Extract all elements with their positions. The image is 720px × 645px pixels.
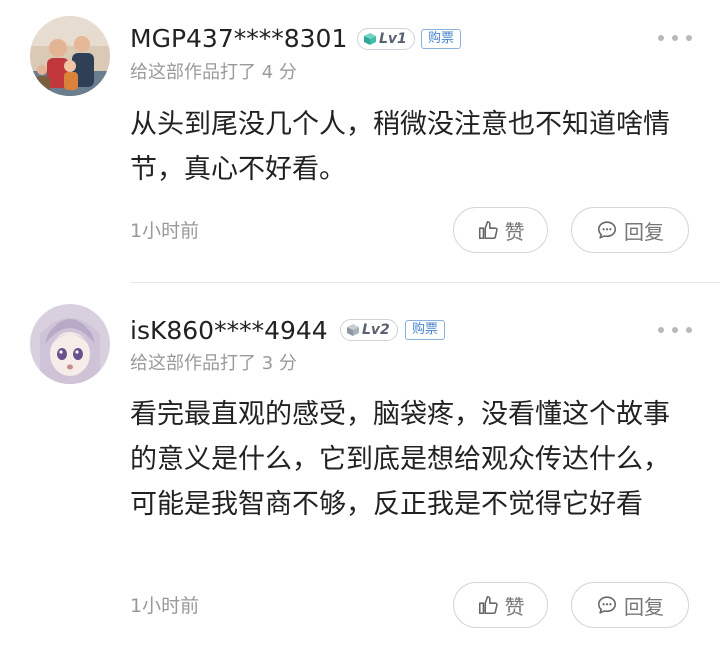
comment-text: 看完最直观的感受，脑袋疼，没看懂这个故事的意义是什么，它到底是想给观众传达什么，… bbox=[130, 399, 670, 520]
reply-label: 回复 bbox=[624, 594, 664, 619]
thumbs-up-icon bbox=[478, 220, 498, 240]
thumbs-up-icon bbox=[478, 595, 498, 615]
username[interactable]: MGP437****8301 bbox=[130, 22, 347, 56]
like-label: 赞 bbox=[504, 219, 525, 244]
rating-text: 给这部作品打了 4 分 bbox=[130, 62, 297, 83]
chat-bubble-icon bbox=[597, 221, 617, 239]
timestamp: 1小时前 bbox=[130, 220, 200, 242]
more-options-icon[interactable] bbox=[658, 33, 692, 43]
avatar[interactable] bbox=[30, 16, 110, 96]
like-button[interactable]: 赞 bbox=[453, 207, 548, 253]
level-label: Lv2 bbox=[362, 322, 390, 338]
like-label: 赞 bbox=[504, 594, 525, 619]
chat-bubble-icon bbox=[597, 596, 617, 614]
username[interactable]: isK860****4944 bbox=[130, 314, 328, 348]
level-badge: Lv1 bbox=[357, 28, 415, 50]
purchase-badge: 购票 bbox=[405, 320, 446, 340]
reply-label: 回复 bbox=[624, 219, 664, 244]
level-label: Lv1 bbox=[379, 31, 407, 47]
purchase-badge: 购票 bbox=[421, 29, 462, 49]
like-button[interactable]: 赞 bbox=[453, 582, 548, 628]
level-badge: Lv2 bbox=[340, 319, 398, 341]
timestamp: 1小时前 bbox=[130, 595, 200, 617]
cube-icon bbox=[347, 324, 359, 336]
avatar[interactable] bbox=[30, 304, 110, 384]
reply-button[interactable]: 回复 bbox=[571, 582, 689, 628]
comment-item: isK860****4944 Lv2 购票 给这部作品打了 3 分 看完最直观的… bbox=[0, 283, 720, 645]
cube-icon bbox=[364, 33, 376, 45]
rating-text: 给这部作品打了 3 分 bbox=[130, 353, 297, 374]
comment-item: MGP437****8301 Lv1 购票 给这部作品打了 4 分 从头到尾没几… bbox=[0, 0, 720, 282]
comment-text: 从头到尾没几个人，稍微没注意也不知道啥情节，真心不好看。 bbox=[130, 109, 670, 185]
more-options-icon[interactable] bbox=[658, 325, 692, 335]
reply-button[interactable]: 回复 bbox=[571, 207, 689, 253]
